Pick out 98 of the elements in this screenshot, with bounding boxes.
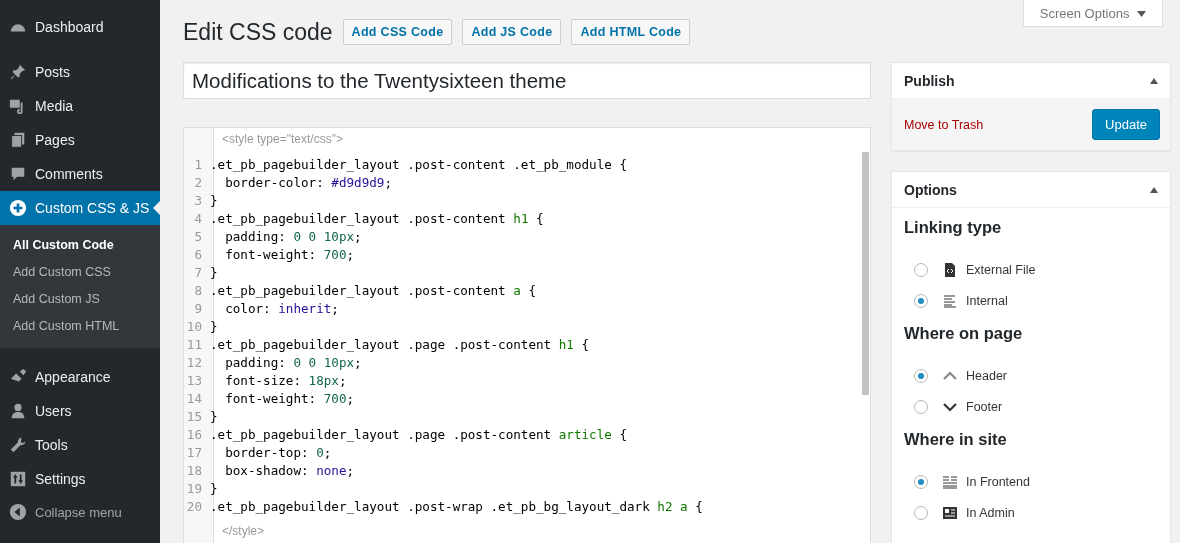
sidebar-menu-item[interactable]: Posts [0, 55, 160, 89]
code-line: color: inherit; [224, 300, 339, 318]
collapse-triangle-icon[interactable] [1150, 77, 1158, 84]
line-number: 7 [193, 264, 203, 282]
layout-icon [942, 473, 958, 490]
line-number: 19 [185, 480, 203, 498]
panel-title: Publish [904, 72, 955, 89]
screen-options-button[interactable]: Screen Options [1022, 0, 1163, 27]
id-card-icon [942, 504, 958, 521]
line-number: 18 [185, 462, 203, 480]
wrench-icon [9, 436, 27, 454]
lines-icon [942, 292, 958, 309]
style-close-tag: </style> [184, 520, 870, 540]
line-number: 11 [185, 336, 203, 354]
option-group-heading: Where in site [904, 429, 1008, 450]
sliders-icon [9, 470, 27, 488]
code-line: padding: 0 0 10px; [224, 228, 362, 246]
radio-button[interactable] [914, 505, 928, 520]
line-number: 13 [185, 372, 203, 390]
sidebar-menu-item[interactable]: Users [0, 394, 160, 428]
sidebar-menu-item[interactable]: Tools [0, 428, 160, 462]
code-line: border-color: #d9d9d9; [224, 174, 392, 192]
pages-icon [9, 131, 27, 149]
code-line: .et_pb_pagebuilder_layout .post-content .et_pb_module { [210, 156, 627, 174]
radio-button[interactable] [914, 368, 928, 383]
radio-label: Footer [966, 399, 1003, 414]
line-number: 20 [185, 498, 203, 516]
move-to-trash-link[interactable]: Move to Trash [904, 117, 984, 132]
line-number: 16 [185, 426, 203, 444]
code-line: .et_pb_pagebuilder_layout .post-wrap .et_pb_bg_layout_dark h2 a { [210, 498, 703, 516]
code-editor[interactable] [183, 127, 871, 543]
code-line: } [210, 480, 218, 498]
code-line: } [210, 408, 218, 426]
collapse-triangle-icon[interactable] [1150, 186, 1158, 193]
sidebar-menu-item[interactable]: Media [0, 89, 160, 123]
page-title: Edit CSS code [183, 18, 333, 46]
line-number: 3 [193, 192, 203, 210]
code-line: .et_pb_pagebuilder_layout .page .post-content h1 { [210, 336, 590, 354]
line-number: 12 [185, 354, 203, 372]
code-line: } [210, 192, 218, 210]
radio-button[interactable] [914, 474, 928, 489]
line-number: 5 [193, 228, 203, 246]
line-number: 15 [185, 408, 203, 426]
style-open-tag: <style type="text/css"> [184, 128, 870, 148]
code-line: } [210, 318, 218, 336]
code-file-icon [942, 261, 958, 278]
sidebar-menu-item[interactable]: Dashboard [0, 10, 160, 44]
title-input-field[interactable]: Modifications to the Twentysixteen theme [183, 62, 871, 99]
radio-button[interactable] [914, 293, 928, 308]
code-line: font-weight: 700; [224, 246, 355, 264]
person-icon [9, 402, 27, 420]
submenu-item[interactable]: Add Custom JS [0, 286, 160, 313]
collapse-menu-button[interactable]: Collapse menu [0, 496, 160, 528]
code-line: box-shadow: none; [224, 462, 355, 480]
sidebar-menu-item[interactable]: Appearance [0, 360, 160, 394]
radio-button[interactable] [914, 399, 928, 414]
pin-icon [9, 63, 27, 81]
submenu-item[interactable]: All Custom Code [0, 232, 160, 259]
submenu-item[interactable]: Add Custom HTML [0, 313, 160, 340]
panel-title: Options [904, 181, 957, 198]
dropdown-triangle-icon [1137, 11, 1146, 18]
code-line: font-weight: 700; [224, 390, 355, 408]
sidebar-menu-item[interactable]: Comments [0, 157, 160, 191]
option-group-heading: Linking type [904, 217, 1003, 238]
line-number: 17 [185, 444, 203, 462]
radio-button[interactable] [914, 262, 928, 277]
line-number: 8 [193, 282, 203, 300]
radio-label: Header [966, 368, 1007, 383]
code-line: font-size: 18px; [224, 372, 347, 390]
code-line: .et_pb_pagebuilder_layout .page .post-content article { [210, 426, 628, 444]
line-number: 4 [193, 210, 203, 228]
code-line: .et_pb_pagebuilder_layout .post-content a { [210, 282, 537, 300]
code-line: padding: 0 0 10px; [224, 354, 362, 372]
radio-label: In Admin [966, 505, 1015, 520]
line-number: 6 [193, 246, 203, 264]
line-number: 14 [185, 390, 203, 408]
sidebar-menu-item[interactable]: Pages [0, 123, 160, 157]
scrollbar-thumb[interactable] [862, 152, 869, 395]
add-code-button[interactable]: Add CSS Code [342, 19, 453, 45]
code-line: border-top: 0; [224, 444, 332, 462]
sidebar-menu-item[interactable]: Custom CSS & JS [0, 191, 160, 225]
sidebar-menu-item[interactable]: Settings [0, 462, 160, 496]
plus-circle-icon [9, 199, 27, 217]
radio-label: External File [966, 262, 1036, 277]
radio-label: Internal [966, 293, 1008, 308]
submenu-item[interactable]: Add Custom CSS [0, 259, 160, 286]
update-button[interactable]: Update [1092, 109, 1160, 140]
line-number: 1 [193, 156, 203, 174]
left-arrow-circle-icon [9, 503, 27, 521]
add-code-button[interactable]: Add JS Code [462, 19, 562, 45]
code-line: } [210, 264, 218, 282]
line-number: 10 [185, 318, 203, 336]
add-code-button[interactable]: Add HTML Code [571, 19, 691, 45]
line-number: 2 [193, 174, 203, 192]
option-group-heading: Where on page [904, 323, 1024, 344]
code-line: .et_pb_pagebuilder_layout .post-content h1 { [210, 210, 544, 228]
radio-label: In Frontend [966, 474, 1030, 489]
line-number: 9 [193, 300, 203, 318]
